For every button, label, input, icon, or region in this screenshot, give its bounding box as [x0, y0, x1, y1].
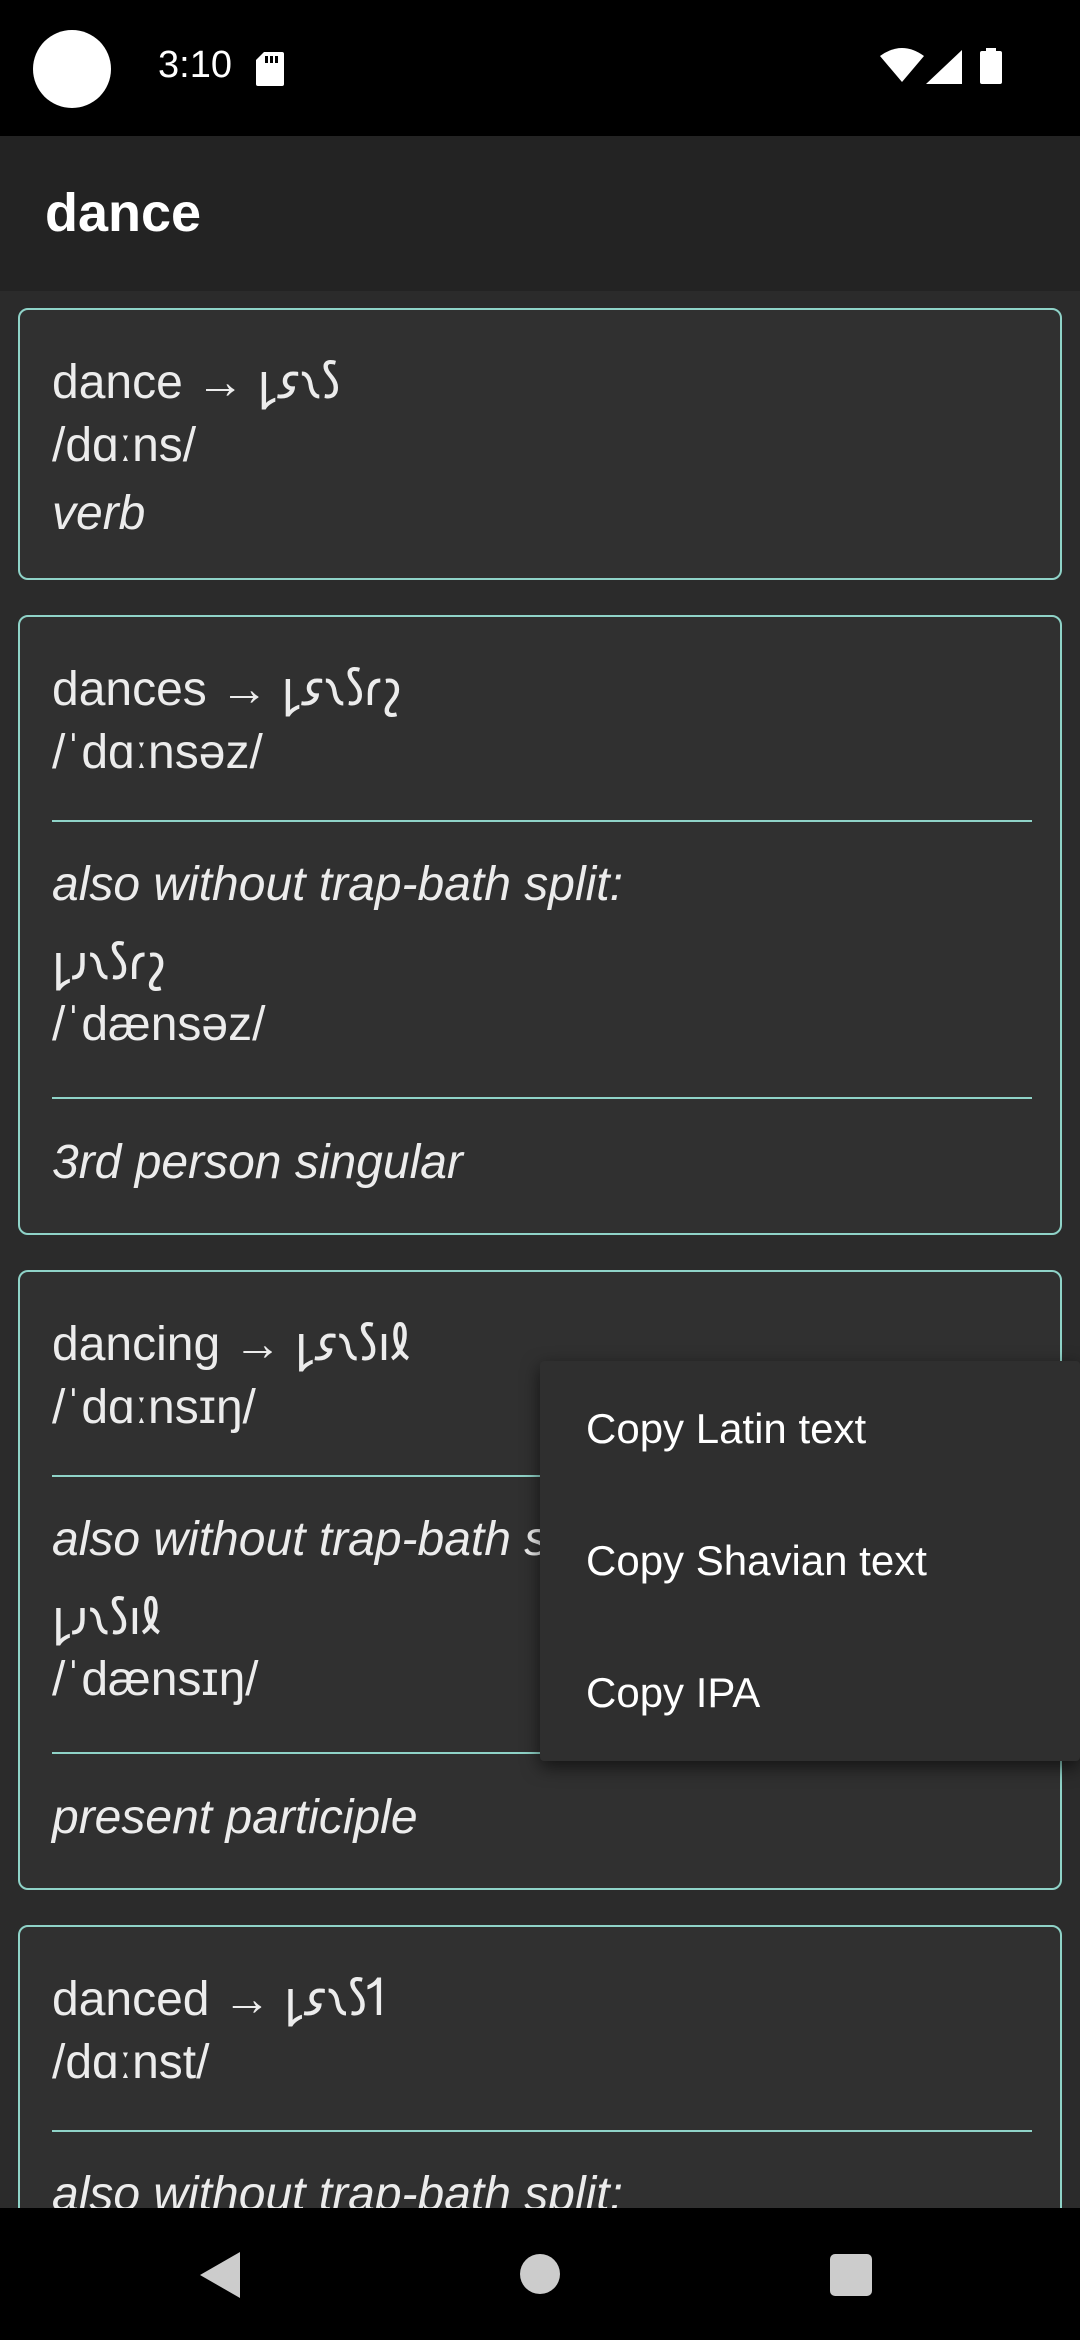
results-list[interactable]: dance → 𐑛𐑭𐑯𐑕 /dɑːns/ verb dances → 𐑛𐑭𐑯𐑕𐑩…: [0, 291, 1080, 2208]
navigation-bar: [0, 2208, 1080, 2340]
recents-icon[interactable]: [830, 2254, 872, 2296]
battery-icon: [980, 48, 1002, 84]
card-alt-label: also without trap-bath split:: [52, 2168, 623, 2208]
word-card-dance[interactable]: dance → 𐑛𐑭𐑯𐑕 /dɑːns/ verb: [18, 308, 1062, 580]
card-alt-ipa: /ˈdænsɪŋ/: [52, 1653, 259, 1706]
card-alt-shavian: 𐑛𐑨𐑯𐑕𐑩𐑟: [52, 937, 166, 990]
menu-item-copy-ipa[interactable]: Copy IPA: [540, 1627, 1080, 1759]
app-bar: dance: [0, 136, 1080, 291]
card-headword: danced → 𐑛𐑭𐑯𐑕𐑑: [52, 1973, 386, 2026]
card-headword: dance → 𐑛𐑭𐑯𐑕: [52, 356, 341, 409]
word-card-dances[interactable]: dances → 𐑛𐑭𐑯𐑕𐑩𐑟 /ˈdɑːnsəz/ also without …: [18, 615, 1062, 1235]
card-alt-shavian: 𐑛𐑨𐑯𐑕𐑦𐑙: [52, 1592, 161, 1645]
page-title: dance: [45, 183, 202, 243]
word-card-danced[interactable]: danced → 𐑛𐑭𐑯𐑕𐑑 /dɑːnst/ also without tra…: [18, 1925, 1062, 2208]
card-ipa: /dɑːnst/: [52, 2036, 210, 2089]
cell-signal-icon: [926, 50, 962, 84]
card-alt-ipa: /ˈdænsəz/: [52, 998, 266, 1051]
card-ipa: /ˈdɑːnsəz/: [52, 726, 263, 779]
card-part-of-speech: verb: [52, 487, 146, 540]
home-icon[interactable]: [520, 2254, 560, 2294]
card-alt-label: also without trap-bath split:: [52, 858, 623, 911]
back-icon[interactable]: [200, 2252, 244, 2298]
copy-context-menu: Copy Latin text Copy Shavian text Copy I…: [540, 1361, 1080, 1761]
card-form-label: present participle: [52, 1791, 418, 1844]
menu-item-copy-latin[interactable]: Copy Latin text: [540, 1363, 1080, 1495]
card-alt-label: also without trap-bath split:: [52, 1513, 623, 1566]
status-time: 3:10: [158, 44, 232, 86]
wifi-icon: [880, 48, 924, 82]
card-form-label: 3rd person singular: [52, 1136, 463, 1189]
card-ipa: /dɑːns/: [52, 419, 197, 472]
sd-card-icon: [256, 52, 284, 86]
card-divider: [52, 1097, 1032, 1099]
card-ipa: /ˈdɑːnsɪŋ/: [52, 1381, 256, 1434]
card-divider: [52, 820, 1032, 822]
card-divider: [52, 2130, 1032, 2132]
phone-screen: 3:10 dance dance → 𐑛𐑭𐑯𐑕 /dɑːns/ verb dan…: [0, 0, 1080, 2340]
card-headword: dancing → 𐑛𐑭𐑯𐑕𐑦𐑙: [52, 1318, 410, 1371]
camera-cutout: [33, 30, 111, 108]
card-headword: dances → 𐑛𐑭𐑯𐑕𐑩𐑟: [52, 663, 402, 716]
menu-item-copy-shavian[interactable]: Copy Shavian text: [540, 1495, 1080, 1627]
status-bar: 3:10: [0, 0, 1080, 136]
